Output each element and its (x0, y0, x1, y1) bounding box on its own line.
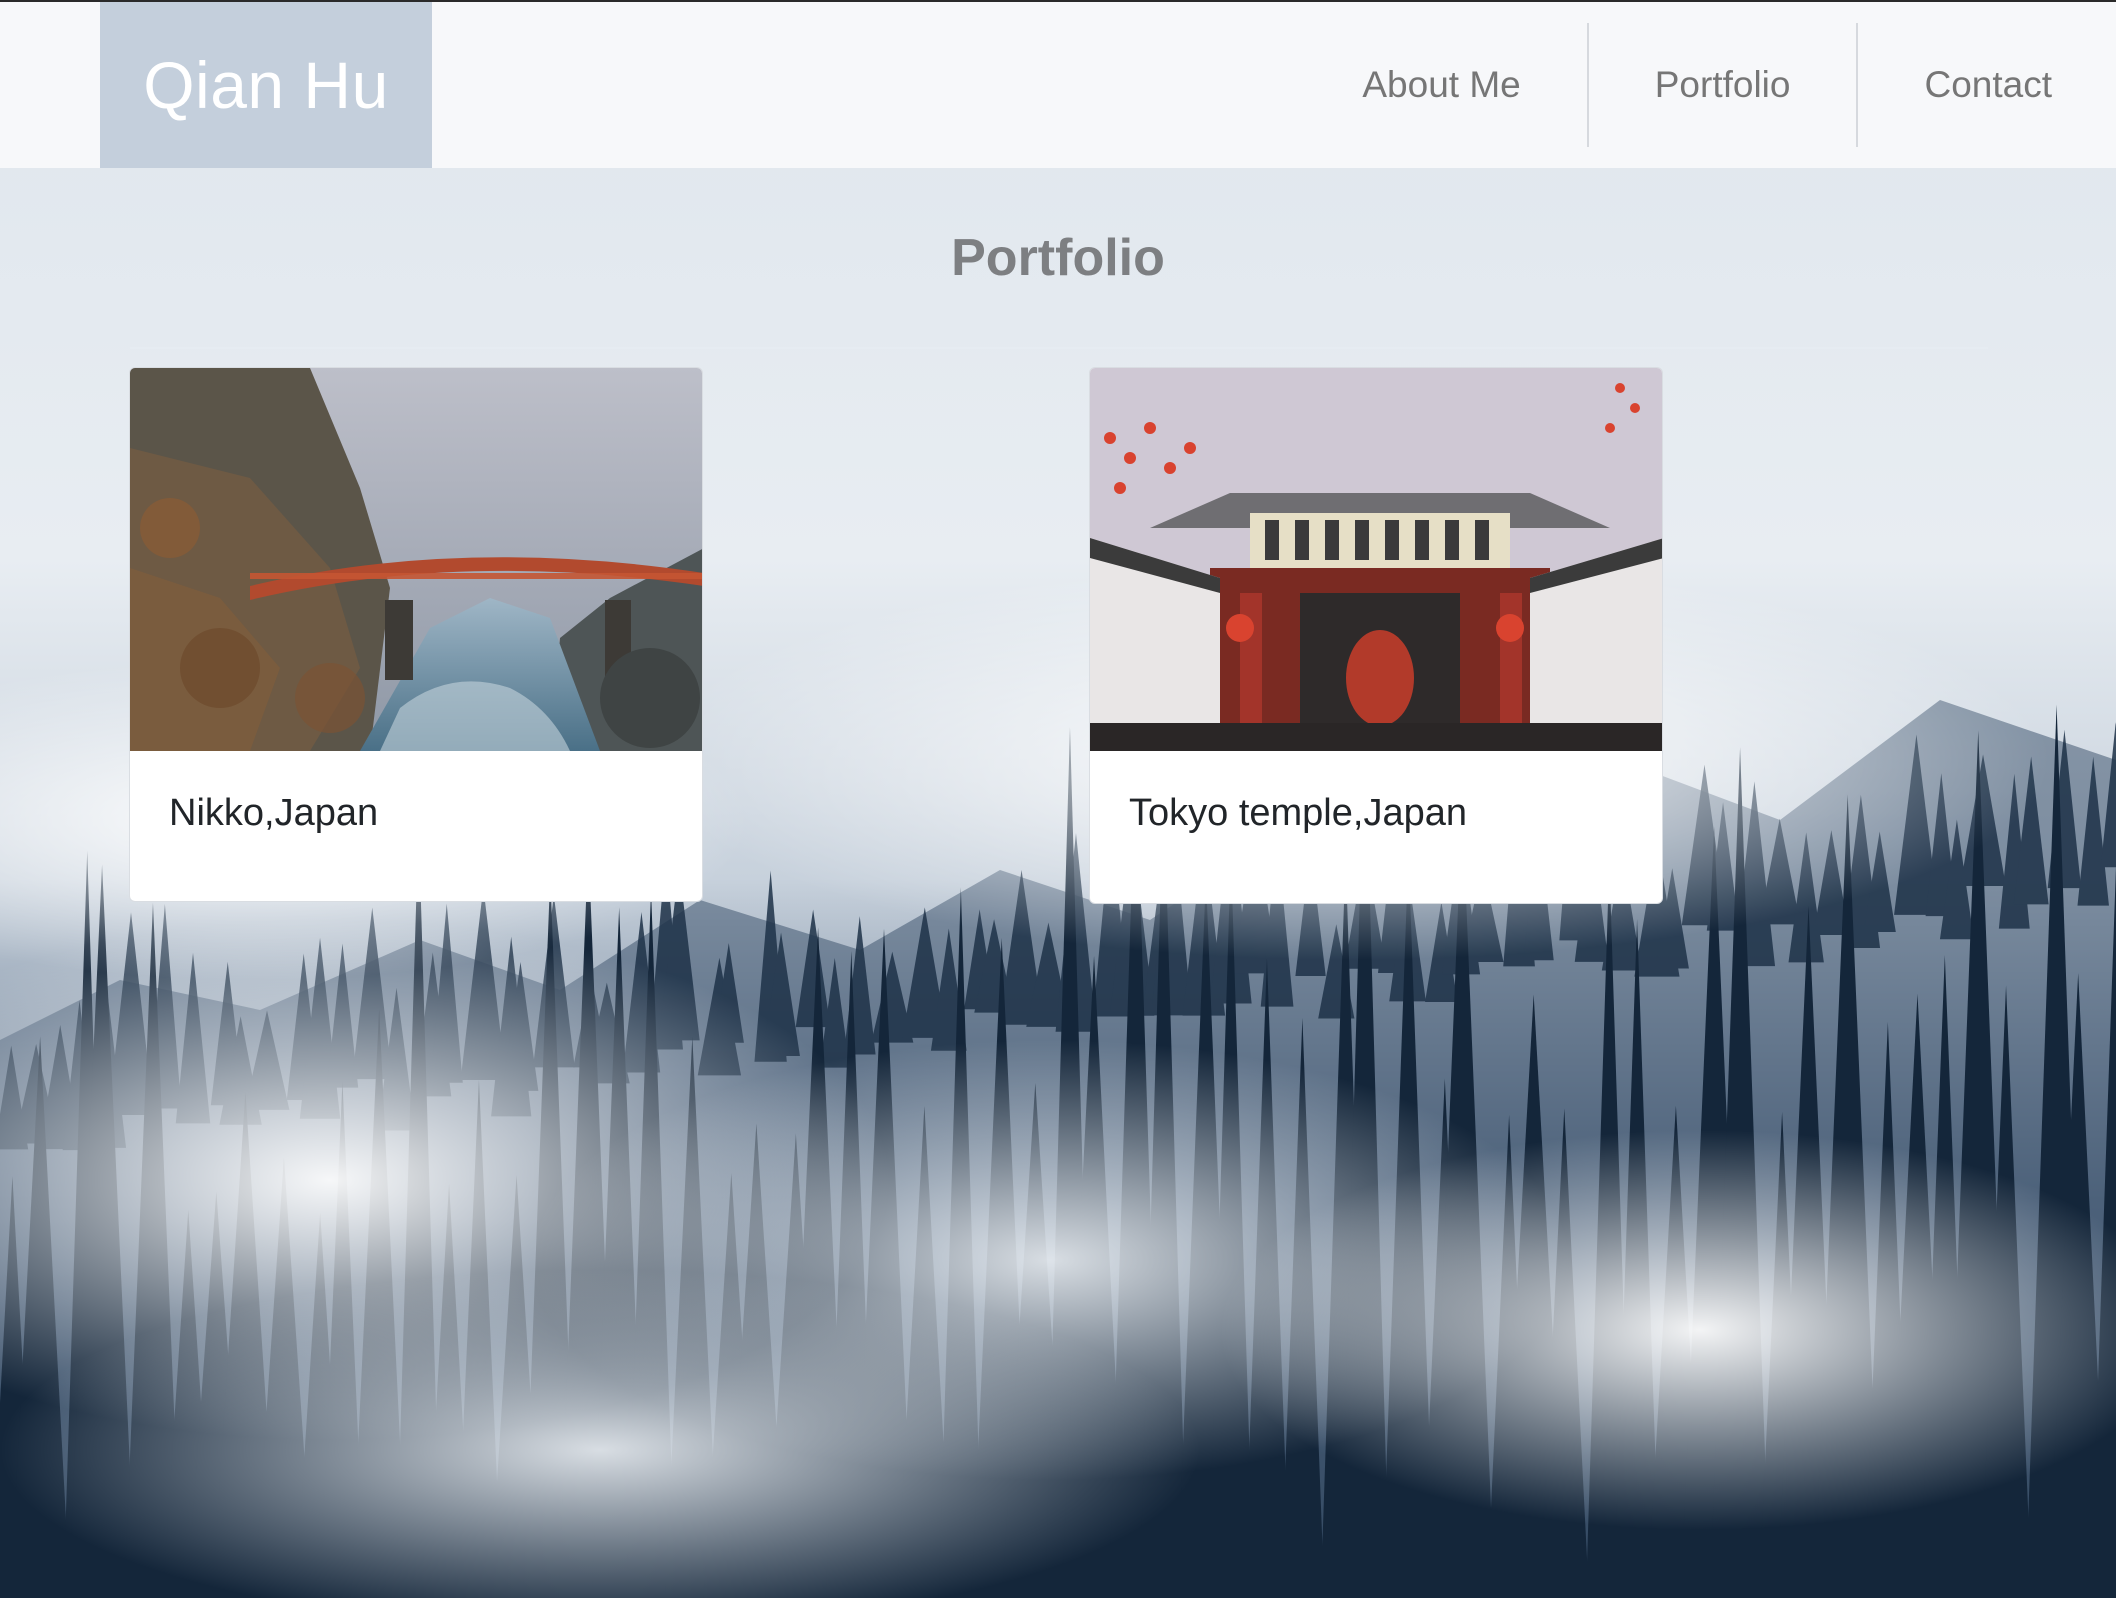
divider (130, 347, 1988, 349)
nav-link-portfolio[interactable]: Portfolio (1586, 23, 1857, 147)
navbar: Qian Hu About Me Portfolio Contact (0, 0, 2116, 168)
portfolio-card-nikko[interactable]: Nikko,Japan (129, 367, 703, 902)
nav-link-contact[interactable]: Contact (1856, 23, 2116, 147)
nikko-bridge-photo (130, 368, 702, 751)
brand-link[interactable]: Qian Hu (100, 2, 432, 168)
card-title: Tokyo temple,Japan (1129, 792, 1467, 834)
tokyo-temple-photo (1090, 368, 1662, 751)
page-title: Portfolio (951, 229, 1165, 287)
portfolio-card-tokyo[interactable]: Tokyo temple,Japan (1089, 367, 1663, 904)
brand-name: Qian Hu (143, 48, 389, 122)
nav-links: About Me Portfolio Contact (1296, 2, 2116, 168)
card-title: Nikko,Japan (169, 792, 379, 834)
nav-link-about-me[interactable]: About Me (1296, 23, 1586, 147)
